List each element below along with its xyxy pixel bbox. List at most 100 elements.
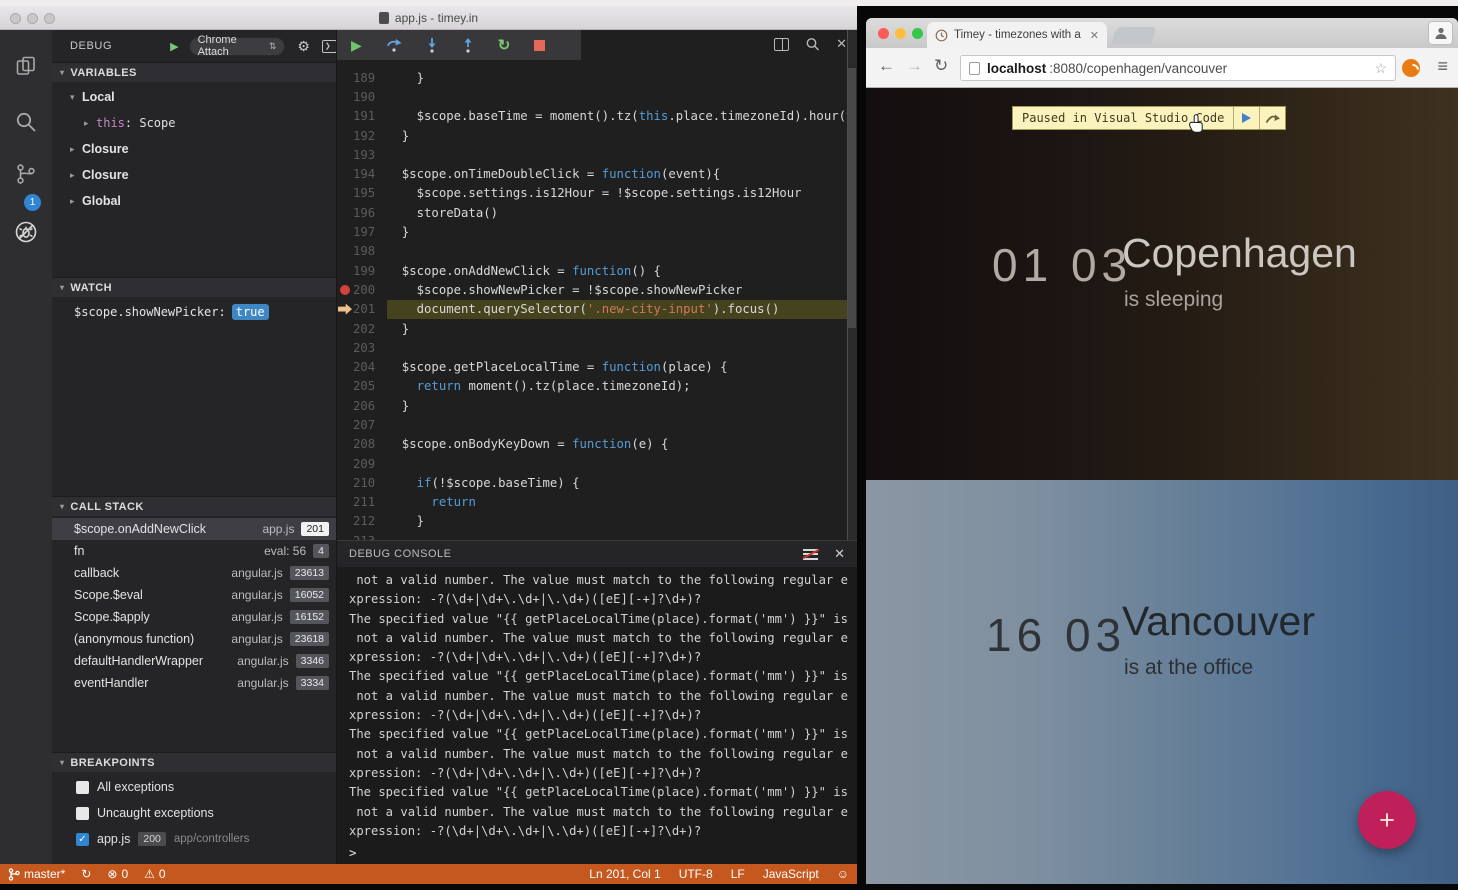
clear-console-icon[interactable] (803, 548, 818, 561)
callstack-frame[interactable]: $scope.onAddNewClickapp.js201 (52, 518, 337, 540)
breakpoint-dot-icon[interactable] (340, 285, 350, 295)
gutter-marker[interactable] (337, 242, 353, 261)
resume-script-button[interactable] (1233, 107, 1259, 129)
feedback-smiley-icon[interactable]: ☺ (837, 867, 849, 881)
console-close-button[interactable]: ✕ (834, 546, 845, 562)
breakpoint-checkbox[interactable] (76, 781, 89, 794)
callstack-frame[interactable]: fneval: 564 (52, 540, 337, 562)
debug-config-select[interactable]: Chrome Attach ⇅ (189, 37, 286, 56)
git-branch-item[interactable]: master* (8, 867, 65, 881)
gutter-marker[interactable] (337, 396, 353, 415)
breakpoints-header[interactable]: ▾ BREAKPOINTS (52, 752, 337, 772)
open-console-button[interactable]: ❯ (322, 40, 337, 53)
gutter-marker[interactable] (337, 145, 353, 164)
watch-row[interactable]: $scope.showNewPicker: true (52, 300, 337, 324)
language-item[interactable]: JavaScript (763, 867, 819, 881)
callstack-frame[interactable]: callbackangular.js23613 (52, 562, 337, 584)
cursor-position-item[interactable]: Ln 201, Col 1 (589, 867, 660, 881)
vscode-titlebar[interactable]: app.js - timey.in (0, 6, 857, 30)
minimize-window-button[interactable] (895, 28, 906, 39)
zoom-window-button[interactable] (912, 28, 923, 39)
breakpoint-checkbox[interactable]: ✓ (76, 833, 89, 846)
errors-item[interactable]: ⊗ 0 (107, 867, 128, 881)
breakpoint-row[interactable]: Uncaught exceptions (52, 800, 337, 826)
close-window-button[interactable] (10, 13, 21, 24)
expand-arrow-icon[interactable]: ▸ (84, 118, 96, 129)
close-window-button[interactable] (878, 28, 889, 39)
minimize-window-button[interactable] (27, 13, 38, 24)
debug-icon[interactable] (14, 220, 38, 244)
stop-button[interactable] (534, 40, 545, 51)
variable-row[interactable]: ▸Global (52, 188, 337, 214)
continue-button[interactable]: ▶ (351, 37, 362, 54)
expand-arrow-icon[interactable]: ▾ (70, 92, 82, 103)
browser-tab[interactable]: Timey - timezones with a h ✕ (927, 22, 1107, 48)
gutter-marker[interactable] (337, 454, 353, 473)
gutter-marker[interactable] (337, 126, 353, 145)
zoom-window-button[interactable] (44, 13, 55, 24)
callstack-frame[interactable]: eventHandlerangular.js3334 (52, 672, 337, 694)
step-over-script-button[interactable] (1259, 107, 1285, 129)
breakpoint-row[interactable]: ✓app.js200app/controllers (52, 826, 337, 852)
variable-row[interactable]: ▾Local (52, 84, 337, 110)
gutter-marker[interactable] (337, 68, 353, 87)
forward-button[interactable]: → (906, 56, 923, 76)
open-preview-icon[interactable] (805, 37, 820, 51)
expand-arrow-icon[interactable]: ▸ (70, 170, 82, 181)
menu-button[interactable]: ≡ (1437, 56, 1448, 77)
gutter-marker[interactable] (337, 415, 353, 434)
explorer-icon[interactable] (14, 54, 38, 78)
watch-header[interactable]: ▾ WATCH (52, 277, 337, 297)
split-editor-icon[interactable] (774, 38, 789, 51)
search-icon[interactable] (14, 110, 38, 134)
debug-gear-button[interactable]: ⚙ (297, 38, 310, 55)
gutter-marker[interactable] (337, 338, 353, 357)
variables-header[interactable]: ▾ VARIABLES (52, 62, 337, 82)
expand-arrow-icon[interactable]: ▸ (70, 196, 82, 207)
extension-icon[interactable] (1402, 59, 1420, 77)
close-editor-icon[interactable]: ✕ (836, 36, 847, 52)
bookmark-star-icon[interactable]: ☆ (1374, 60, 1387, 77)
breakpoint-row[interactable]: All exceptions (52, 774, 337, 800)
gutter-marker[interactable] (337, 319, 353, 338)
variable-row[interactable]: ▸Closure (52, 136, 337, 162)
callstack-frame[interactable]: defaultHandlerWrapperangular.js3346 (52, 650, 337, 672)
expand-arrow-icon[interactable]: ▸ (70, 144, 82, 155)
gutter-marker[interactable] (337, 473, 353, 492)
gutter-marker[interactable] (337, 300, 353, 319)
sync-button[interactable]: ↻ (81, 867, 91, 881)
reload-button[interactable]: ↻ (934, 56, 948, 76)
omnibox[interactable]: localhost :8080/copenhagen/vancouver ☆ (960, 55, 1396, 81)
step-out-button[interactable] (462, 37, 474, 53)
new-tab-button[interactable] (1111, 27, 1157, 44)
add-city-fab[interactable]: + (1358, 791, 1416, 849)
callstack-header[interactable]: ▾ CALL STACK (52, 496, 337, 516)
gutter-marker[interactable] (337, 222, 353, 241)
variable-row[interactable]: ▸this: Scope (52, 110, 337, 136)
gutter-marker[interactable] (337, 280, 353, 299)
encoding-item[interactable]: UTF-8 (679, 867, 713, 881)
step-into-button[interactable] (426, 37, 438, 53)
tab-close-icon[interactable]: ✕ (1090, 29, 1099, 42)
gutter-marker[interactable] (337, 377, 353, 396)
gutter-marker[interactable] (337, 357, 353, 376)
gutter-marker[interactable] (337, 493, 353, 512)
console-prompt[interactable]: > (349, 845, 357, 860)
gutter-marker[interactable] (337, 107, 353, 126)
gutter-marker[interactable] (337, 184, 353, 203)
callstack-frame[interactable]: Scope.$applyangular.js16152 (52, 606, 337, 628)
gutter-marker[interactable] (337, 512, 353, 531)
gutter-marker[interactable] (337, 261, 353, 280)
gutter-marker[interactable] (337, 164, 353, 183)
gutter-marker[interactable] (337, 435, 353, 454)
variable-row[interactable]: ▸Closure (52, 162, 337, 188)
profile-button[interactable] (1428, 21, 1453, 45)
back-button[interactable]: ← (878, 56, 895, 76)
gutter-marker[interactable] (337, 87, 353, 106)
editor-scroll-thumb[interactable] (848, 68, 856, 328)
step-over-button[interactable] (386, 37, 402, 53)
callstack-frame[interactable]: Scope.$evalangular.js16052 (52, 584, 337, 606)
callstack-frame[interactable]: (anonymous function)angular.js23618 (52, 628, 337, 650)
source-control-icon[interactable] (14, 162, 38, 186)
warnings-item[interactable]: ⚠ 0 (144, 867, 165, 881)
